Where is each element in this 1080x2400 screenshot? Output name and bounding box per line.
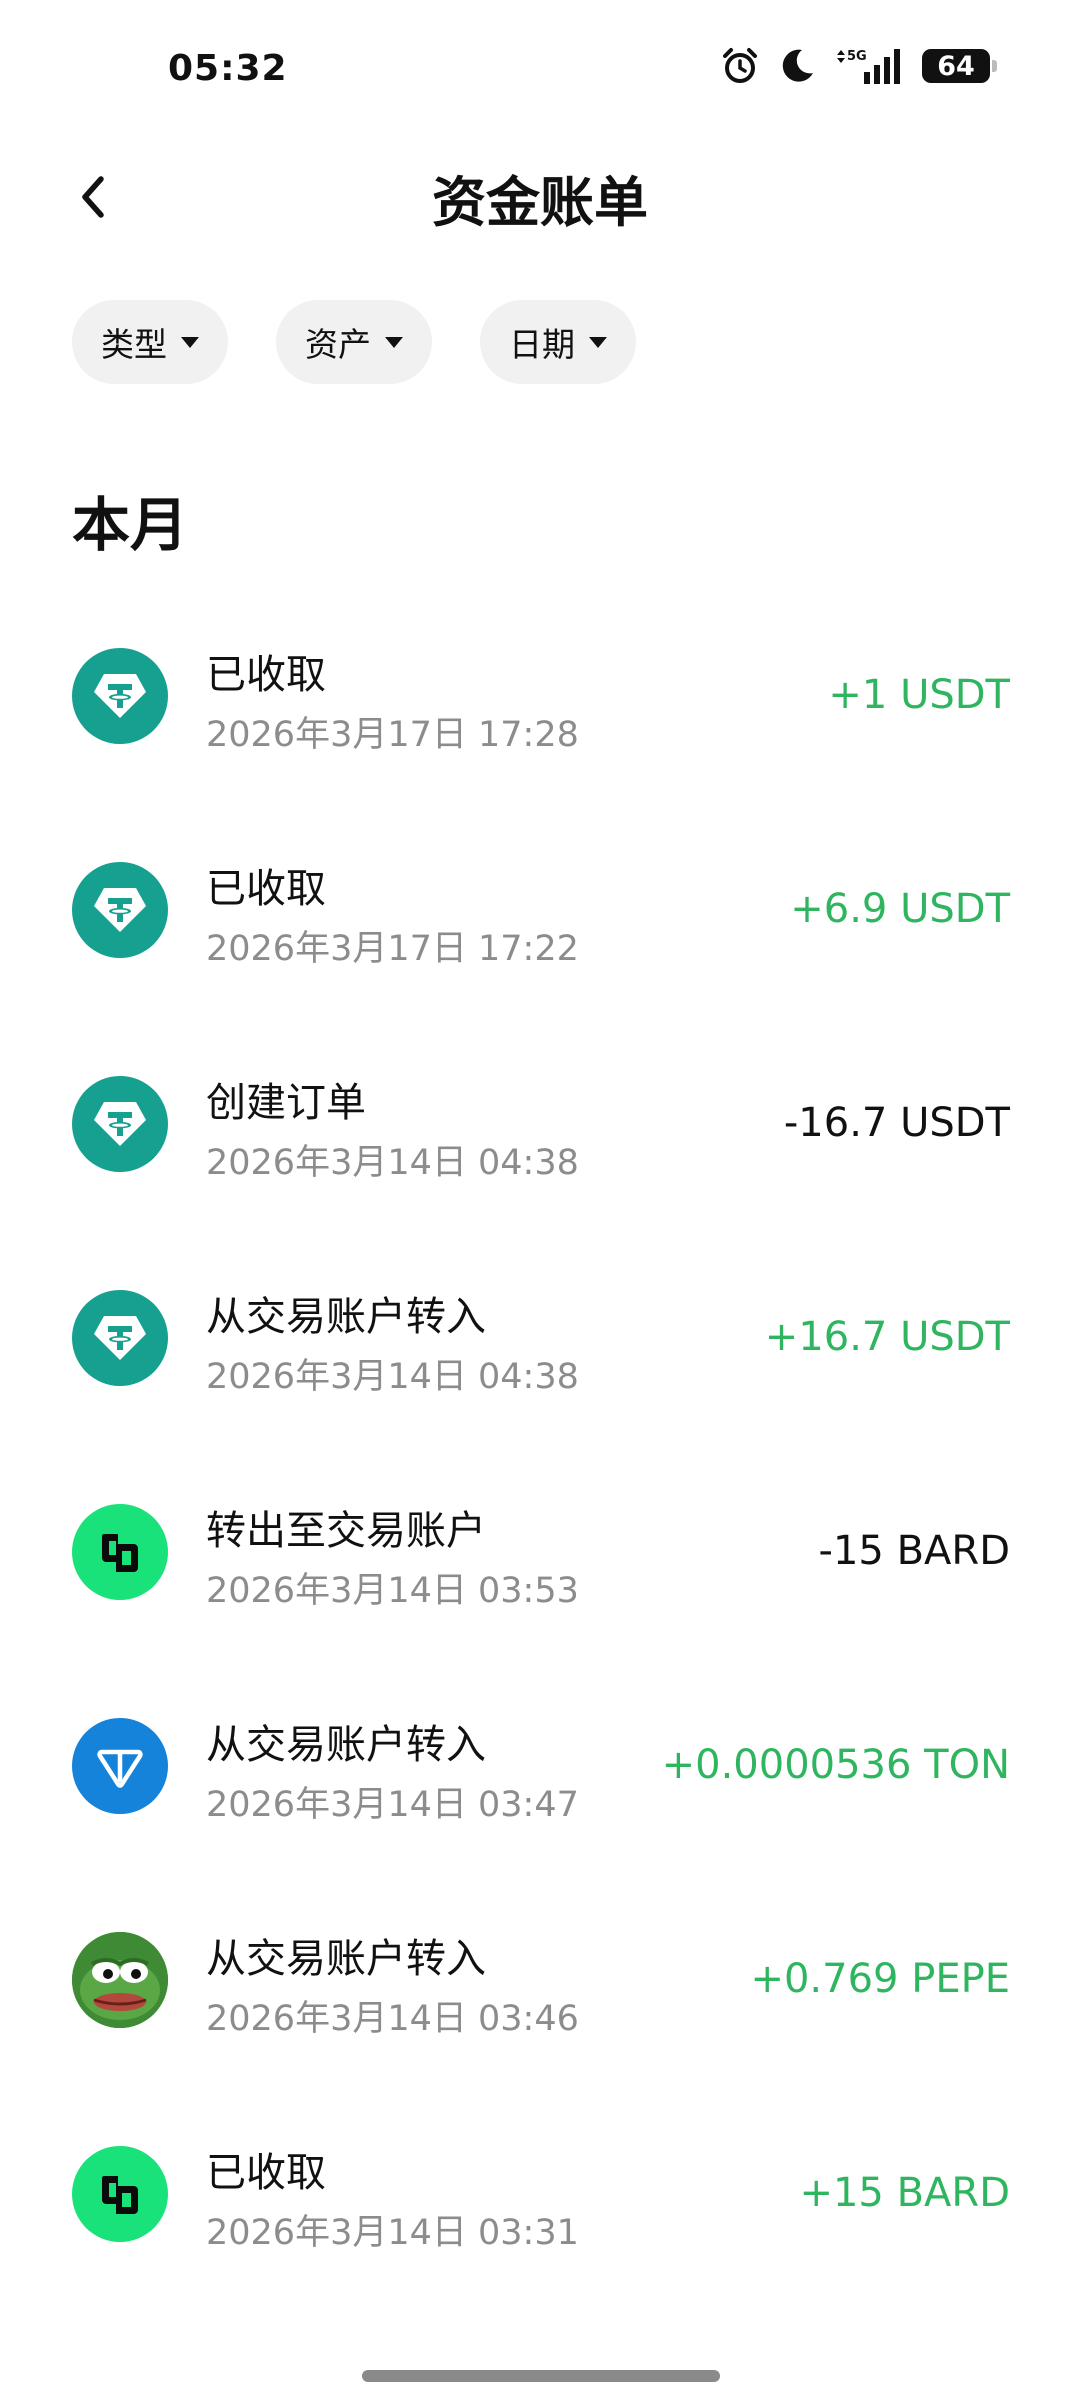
battery-level: 64 — [937, 50, 975, 82]
transaction-title: 从交易账户转入 — [206, 1294, 486, 1340]
transaction-amount: -15 BARD — [818, 1528, 1010, 1574]
transaction-time: 2026年3月17日 17:22 — [206, 929, 579, 969]
do-not-disturb-moon-icon — [778, 47, 816, 85]
home-indicator[interactable] — [362, 2370, 720, 2382]
transaction-title: 已收取 — [206, 652, 326, 698]
transaction-row[interactable]: 已收取 2026年3月14日 03:31 +15 BARD — [0, 2086, 1080, 2300]
transaction-row[interactable]: 已收取 2026年3月17日 17:22 +6.9 USDT — [0, 802, 1080, 1016]
alarm-icon — [720, 46, 760, 86]
filter-asset-label: 资产 — [305, 325, 371, 364]
transaction-row[interactable]: 转出至交易账户 2026年3月14日 03:53 -15 BARD — [0, 1444, 1080, 1658]
transaction-time: 2026年3月14日 04:38 — [206, 1357, 579, 1397]
filter-date-dropdown[interactable]: 日期 — [480, 300, 636, 384]
transaction-amount: +0.0000536 TON — [661, 1742, 1010, 1788]
usdt-icon — [72, 648, 168, 744]
filter-type-label: 类型 — [101, 325, 167, 364]
transaction-amount: -16.7 USDT — [783, 1100, 1010, 1146]
transaction-title: 从交易账户转入 — [206, 1722, 486, 1768]
transaction-amount: +15 BARD — [799, 2170, 1010, 2216]
cellular-signal-icon: 5G — [834, 46, 904, 86]
usdt-icon — [72, 1290, 168, 1386]
caret-down-icon — [589, 336, 607, 348]
filter-type-dropdown[interactable]: 类型 — [72, 300, 228, 384]
ton-icon — [72, 1718, 168, 1814]
filter-date-label: 日期 — [509, 325, 575, 364]
transaction-time: 2026年3月14日 03:46 — [206, 1999, 579, 2039]
status-time: 05:32 — [168, 48, 288, 89]
transaction-row[interactable]: 从交易账户转入 2026年3月14日 04:38 +16.7 USDT — [0, 1230, 1080, 1444]
battery-icon: 64 — [922, 49, 997, 83]
transaction-title: 从交易账户转入 — [206, 1936, 486, 1982]
transaction-time: 2026年3月14日 03:47 — [206, 1785, 579, 1825]
caret-down-icon — [181, 336, 199, 348]
transaction-title: 已收取 — [206, 2150, 326, 2196]
transaction-title: 创建订单 — [206, 1080, 366, 1126]
bard-icon — [72, 1504, 168, 1600]
pepe-icon — [72, 1932, 168, 2028]
top-app-bar: 资金账单 — [0, 140, 1080, 260]
transaction-row[interactable]: 从交易账户转入 2026年3月14日 03:46 +0.769 PEPE — [0, 1872, 1080, 2086]
section-title: 本月 — [72, 491, 189, 559]
usdt-icon — [72, 862, 168, 958]
transaction-row[interactable]: 创建订单 2026年3月14日 04:38 -16.7 USDT — [0, 1016, 1080, 1230]
network-type-label: 5G — [847, 49, 867, 64]
filter-bar: 类型 资产 日期 — [72, 300, 636, 384]
filter-asset-dropdown[interactable]: 资产 — [276, 300, 432, 384]
transaction-row[interactable]: 已收取 2026年3月17日 17:28 +1 USDT — [0, 588, 1080, 802]
transaction-time: 2026年3月14日 03:31 — [206, 2213, 579, 2253]
status-bar: 05:32 5G 64 — [0, 0, 1080, 140]
transaction-time: 2026年3月14日 04:38 — [206, 1143, 579, 1183]
page-title: 资金账单 — [432, 171, 648, 234]
transaction-amount: +6.9 USDT — [790, 886, 1010, 932]
transaction-title: 转出至交易账户 — [206, 1508, 486, 1554]
bard-icon — [72, 2146, 168, 2242]
caret-down-icon — [385, 336, 403, 348]
usdt-icon — [72, 1076, 168, 1172]
transaction-time: 2026年3月17日 17:28 — [206, 715, 579, 755]
transaction-list: 已收取 2026年3月17日 17:28 +1 USDT 已收取 2026年3月… — [0, 588, 1080, 2300]
transaction-amount: +0.769 PEPE — [750, 1956, 1010, 2002]
transaction-row[interactable]: 从交易账户转入 2026年3月14日 03:47 +0.0000536 TON — [0, 1658, 1080, 1872]
transaction-title: 已收取 — [206, 866, 326, 912]
transaction-amount: +1 USDT — [828, 672, 1010, 718]
transaction-amount: +16.7 USDT — [764, 1314, 1010, 1360]
transaction-time: 2026年3月14日 03:53 — [206, 1571, 579, 1611]
status-icons: 5G 64 — [720, 46, 997, 86]
